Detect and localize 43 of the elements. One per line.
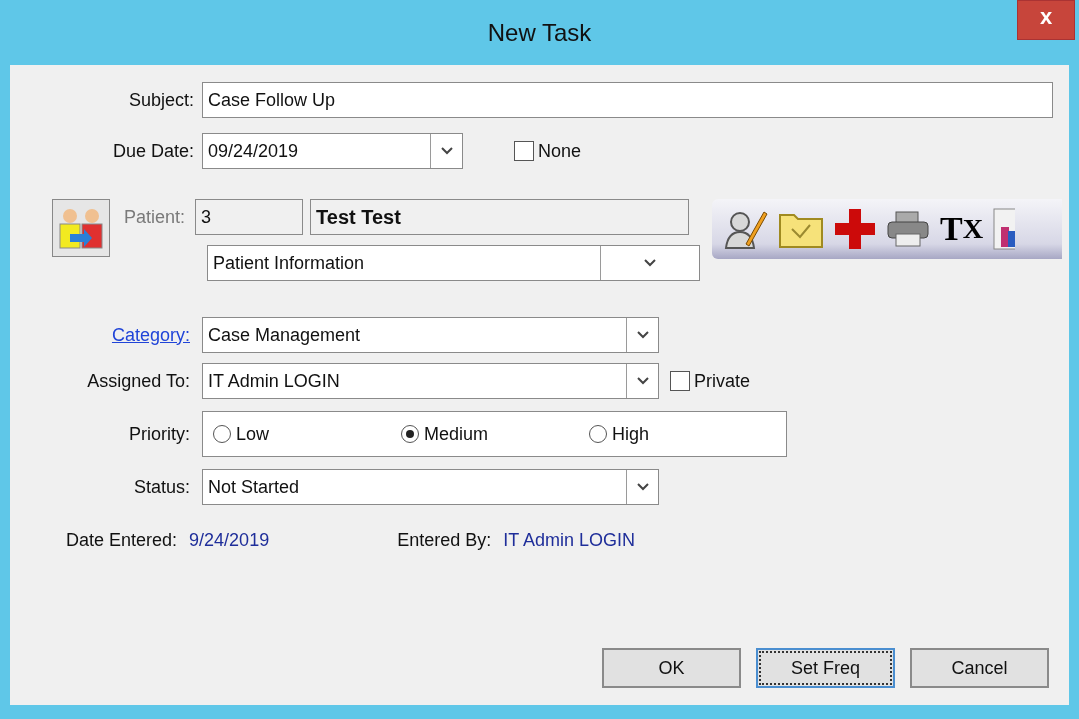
radio-label: Low (236, 423, 270, 445)
dialog-button[interactable]: Cancel (910, 648, 1049, 688)
status-dropdown[interactable]: Not Started (202, 469, 659, 505)
field-label: Patient: (124, 206, 186, 228)
category-dropdown[interactable]: Case Management (202, 317, 659, 353)
date-entered-value: 9/24/2019 (189, 530, 270, 551)
printer-icon[interactable] (886, 210, 930, 248)
window-title: New Task (487, 18, 592, 47)
document-icon[interactable] (993, 207, 1016, 251)
patient-id-field: 3 (195, 199, 304, 235)
close-button[interactable]: x (1017, 0, 1075, 40)
chevron-down-icon (636, 377, 649, 385)
chevron-down-icon (636, 483, 649, 491)
checkbox-label: Private (694, 370, 751, 392)
chevron-down-icon (644, 259, 656, 267)
field-label: Priority: (128, 423, 191, 445)
checkbox[interactable] (670, 371, 690, 391)
checkbox[interactable] (514, 141, 534, 161)
field-label: Assigned To: (86, 370, 191, 392)
chevron-down-icon (636, 331, 649, 339)
patient-lookup-button[interactable] (52, 199, 110, 257)
radio-label: High (612, 423, 650, 445)
patient-name-field: Test Test (310, 199, 690, 235)
category-link[interactable]: Category: (111, 324, 190, 345)
dialog-button[interactable]: OK (602, 648, 741, 688)
radio-button[interactable] (401, 425, 419, 443)
patient-view-dropdown[interactable]: Patient Information (207, 245, 700, 281)
field-label: Due Date: (111, 140, 195, 162)
checkbox-label: None (538, 140, 582, 162)
subject-field[interactable]: Case Follow Up (202, 82, 1053, 118)
field-label: Subject: (127, 89, 195, 111)
field-label: Status: (132, 476, 191, 498)
radio-label: Medium (424, 423, 489, 445)
medical-cross-icon[interactable] (834, 208, 876, 250)
radio-button[interactable] (213, 425, 231, 443)
field-label: Entered By: (397, 530, 492, 551)
field-label: Date Entered: (66, 530, 178, 551)
dialog-button[interactable]: Set Freq (756, 648, 895, 688)
radio-button[interactable] (589, 425, 607, 443)
assigned-to-dropdown[interactable]: IT Admin LOGIN (202, 363, 659, 399)
chevron-down-icon (440, 147, 453, 155)
entered-by-value: IT Admin LOGIN (503, 530, 635, 551)
date-picker[interactable]: 09/24/2019 (202, 133, 463, 169)
